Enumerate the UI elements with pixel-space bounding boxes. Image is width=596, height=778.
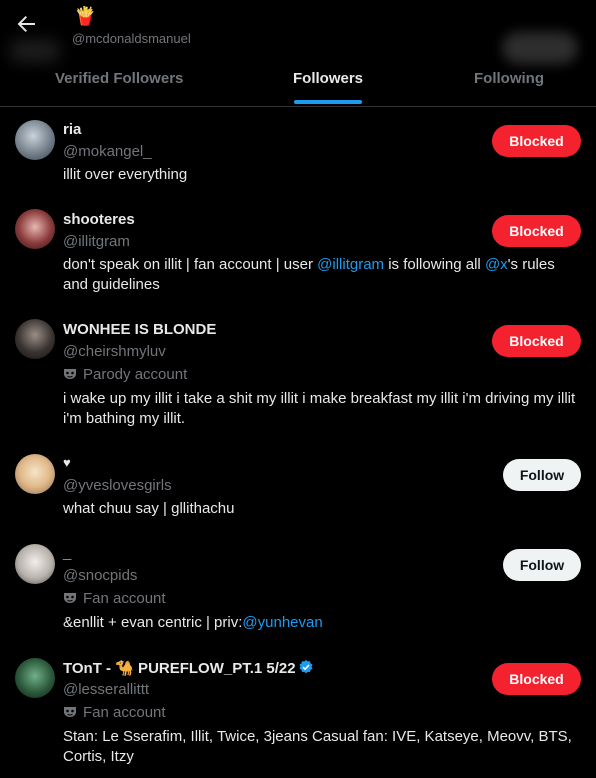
user-name[interactable]: ria — [63, 121, 81, 138]
user-row[interactable]: WONHEE IS BLONDE @cheirshmyluv Parody ac… — [0, 306, 596, 440]
user-row[interactable]: TOnT - 🐪 PUREFLOW_PT.1 5/22 @lesserallit… — [0, 644, 596, 778]
tab-verified-followers[interactable]: Verified Followers — [55, 70, 183, 87]
avatar[interactable] — [15, 544, 55, 584]
follow-button[interactable]: Follow — [503, 549, 581, 581]
user-bio: &enllit + evan centric | priv:@yunhevan — [63, 613, 578, 633]
blurred-button — [502, 32, 578, 64]
user-handle[interactable]: @yveslovesgirls — [63, 477, 172, 494]
user-bio: what chuu say | gllithachu — [63, 500, 235, 517]
follow-button[interactable]: Follow — [503, 459, 581, 491]
back-arrow-icon[interactable] — [14, 12, 38, 36]
badge-label: Fan account — [83, 590, 166, 607]
tab-followers[interactable]: Followers — [293, 70, 363, 87]
user-name[interactable]: shooteres — [63, 211, 135, 228]
user-name[interactable]: TOnT - 🐪 PUREFLOW_PT.1 5/22 — [63, 659, 314, 677]
tab-following[interactable]: Following — [474, 70, 544, 87]
bio-text: &enllit + evan centric | priv: — [63, 614, 243, 631]
bio-text: is following all — [384, 256, 485, 273]
user-bio: i wake up my illit i take a shit my illi… — [63, 390, 576, 427]
tab-active-indicator — [294, 100, 362, 104]
user-handle[interactable]: @illitgram — [63, 233, 130, 250]
user-handle[interactable]: @mokangel_ — [63, 143, 152, 160]
user-row[interactable]: ♥ @yveslovesgirls what chuu say | gllith… — [0, 440, 596, 530]
user-name[interactable]: WONHEE IS BLONDE — [63, 321, 216, 338]
user-bio: illit over everything — [63, 166, 188, 183]
mask-icon — [64, 369, 76, 379]
blocked-button[interactable]: Blocked — [492, 125, 581, 157]
avatar[interactable] — [15, 319, 55, 359]
avatar[interactable] — [15, 454, 55, 494]
user-row[interactable]: shooteres @illitgram don't speak on illi… — [0, 196, 596, 306]
profile-emoji: 🍟 — [74, 6, 97, 26]
mention-link[interactable]: @yunhevan — [242, 614, 322, 631]
fan-account-badge: Fan account — [63, 590, 166, 607]
avatar[interactable] — [15, 209, 55, 249]
fan-account-badge: Fan account — [63, 704, 166, 721]
mention-link[interactable]: @x — [485, 256, 508, 273]
mask-icon — [64, 593, 76, 603]
user-handle[interactable]: @cheirshmyluv — [63, 343, 166, 360]
user-name[interactable]: _ — [63, 545, 71, 562]
user-name[interactable]: ♥ — [63, 455, 71, 470]
parody-badge: Parody account — [63, 366, 187, 383]
user-handle[interactable]: @lesserallittt — [63, 681, 149, 698]
blurred-name — [10, 40, 60, 62]
avatar[interactable] — [15, 120, 55, 160]
user-row[interactable]: ria @mokangel_ illit over everything Blo… — [0, 106, 596, 196]
header: 🍟 @mcdonaldsmanuel Verified Followers Fo… — [0, 0, 596, 107]
blocked-button[interactable]: Blocked — [492, 325, 581, 357]
user-bio: Stan: Le Sserafim, Illit, Twice, 3jeans … — [63, 728, 572, 765]
user-bio: don't speak on illit | fan account | use… — [63, 255, 578, 295]
blocked-button[interactable]: Blocked — [492, 663, 581, 695]
user-handle[interactable]: @snocpids — [63, 567, 137, 584]
user-row[interactable]: _ @snocpids Fan account &enllit + evan c… — [0, 530, 596, 644]
badge-label: Parody account — [83, 366, 188, 383]
verified-badge-icon — [299, 660, 313, 674]
mention-link[interactable]: @illitgram — [317, 256, 384, 273]
mask-icon — [64, 707, 76, 717]
bio-text: don't speak on illit | fan account | use… — [63, 256, 318, 273]
avatar[interactable] — [15, 658, 55, 698]
profile-handle: @mcdonaldsmanuel — [72, 31, 191, 46]
blocked-button[interactable]: Blocked — [492, 215, 581, 247]
badge-label: Fan account — [83, 704, 166, 721]
user-name-text: TOnT - 🐪 PUREFLOW_PT.1 5/22 — [63, 660, 296, 677]
